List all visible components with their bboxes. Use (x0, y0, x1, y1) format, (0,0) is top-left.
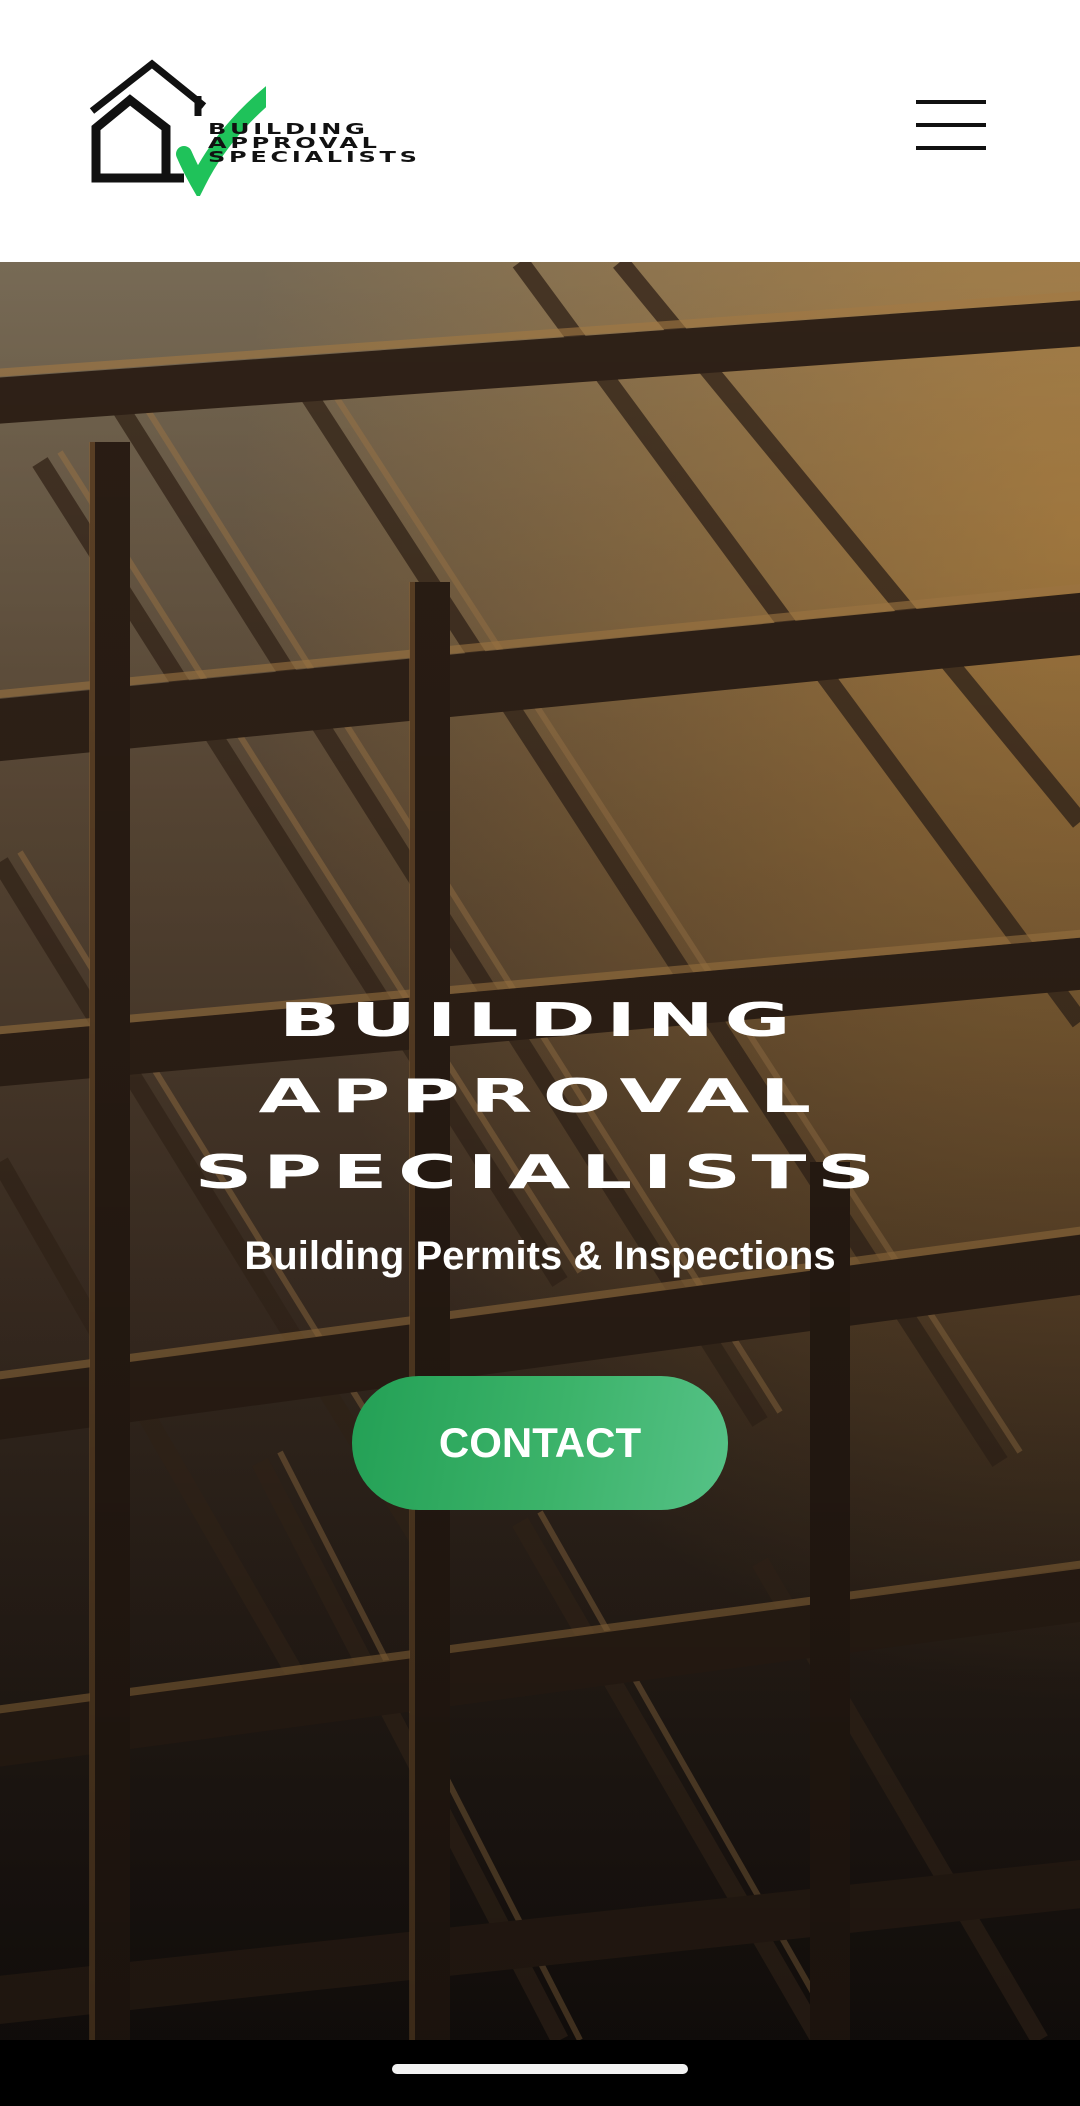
menu-bar (916, 146, 986, 150)
hamburger-menu-icon[interactable] (916, 96, 988, 154)
hero-title-line: BUILDING (278, 993, 802, 1047)
logo-line: SPECIALISTS (208, 148, 421, 166)
hero-subtitle: Building Permits & Inspections (244, 1234, 836, 1278)
hero-title-line: APPROVAL (258, 1069, 822, 1123)
menu-bar (916, 123, 986, 127)
hero-section: BUILDING APPROVAL SPECIALISTS Building P… (0, 262, 1080, 2040)
home-indicator[interactable] (392, 2064, 688, 2074)
contact-button[interactable]: CONTACT (352, 1376, 728, 1510)
hero-title-line: SPECIALISTS (194, 1145, 886, 1199)
menu-bar (916, 100, 986, 104)
hero-title: BUILDING APPROVAL SPECIALISTS (0, 982, 1080, 1210)
logo-wordmark: BUILDING APPROVAL SPECIALISTS (208, 121, 421, 166)
system-navigation-bar (0, 2040, 1080, 2106)
site-logo[interactable]: BUILDING APPROVAL SPECIALISTS (86, 56, 426, 196)
site-header: BUILDING APPROVAL SPECIALISTS (0, 0, 1080, 262)
